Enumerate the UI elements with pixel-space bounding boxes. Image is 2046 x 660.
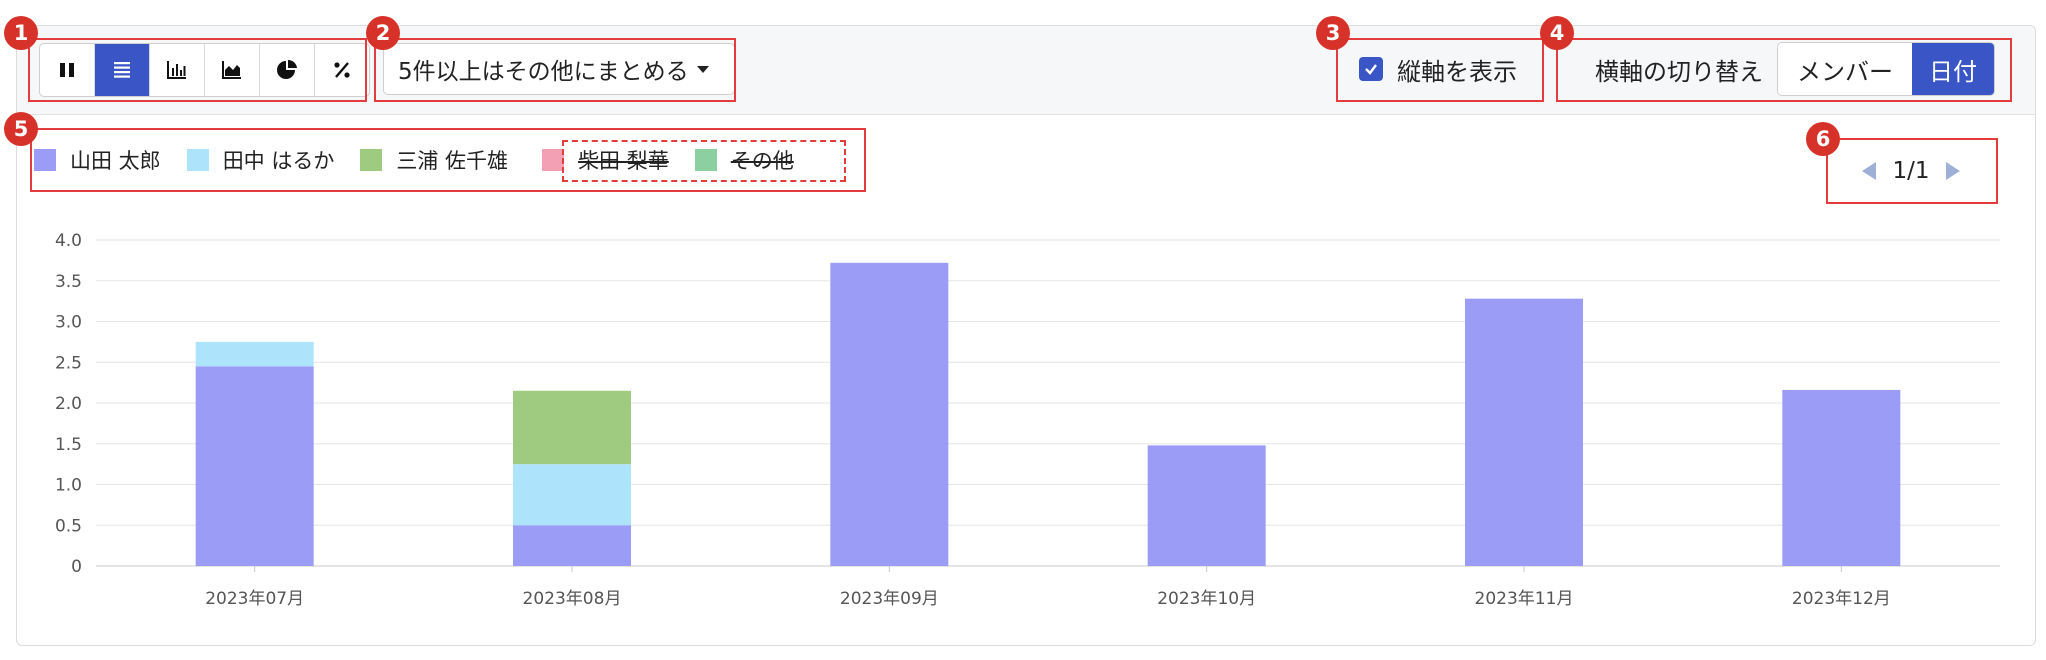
y-tick-label: 2.0 [55, 394, 82, 414]
x-tick-label: 2023年11月 [1475, 589, 1574, 609]
bar-segment [195, 341, 314, 367]
bar-segment [1465, 298, 1583, 566]
y-tick-label: 1.5 [55, 435, 82, 455]
stacked-bar-chart: 0 0.5 1.0 1.5 2.0 2.5 3.0 3.5 4.0 2023年07月 2023年08… [55, 231, 2000, 609]
callout-badge-1: 1 [4, 16, 38, 50]
y-tick-label: 0.5 [55, 516, 82, 536]
y-tick-label: 1.0 [55, 476, 82, 496]
x-tick-label: 2023年10月 [1157, 589, 1256, 609]
bar-segment [513, 390, 631, 465]
bar-segment [830, 262, 949, 566]
x-tick-label: 2023年08月 [523, 589, 622, 609]
bar-segment [1782, 389, 1901, 566]
y-tick-label: 4.0 [55, 231, 82, 251]
bar-segment [195, 366, 314, 566]
x-tick-label: 2023年12月 [1792, 589, 1891, 609]
bar-segment [513, 525, 631, 566]
bar-segment [513, 464, 631, 526]
callout-badge-4: 4 [1540, 16, 1574, 50]
x-tick-label: 2023年09月 [840, 589, 939, 609]
x-tick-label: 2023年07月 [205, 589, 304, 609]
bar-segment [1147, 445, 1266, 566]
callout-badge-3: 3 [1316, 16, 1350, 50]
callout-badge-6: 6 [1806, 122, 1840, 156]
y-tick-label: 3.5 [55, 272, 82, 292]
y-tick-label: 2.5 [55, 353, 82, 373]
y-tick-label: 0 [71, 557, 82, 577]
callout-badge-2: 2 [366, 16, 400, 50]
y-tick-label: 3.0 [55, 313, 82, 333]
callout-badge-5: 5 [4, 112, 38, 146]
